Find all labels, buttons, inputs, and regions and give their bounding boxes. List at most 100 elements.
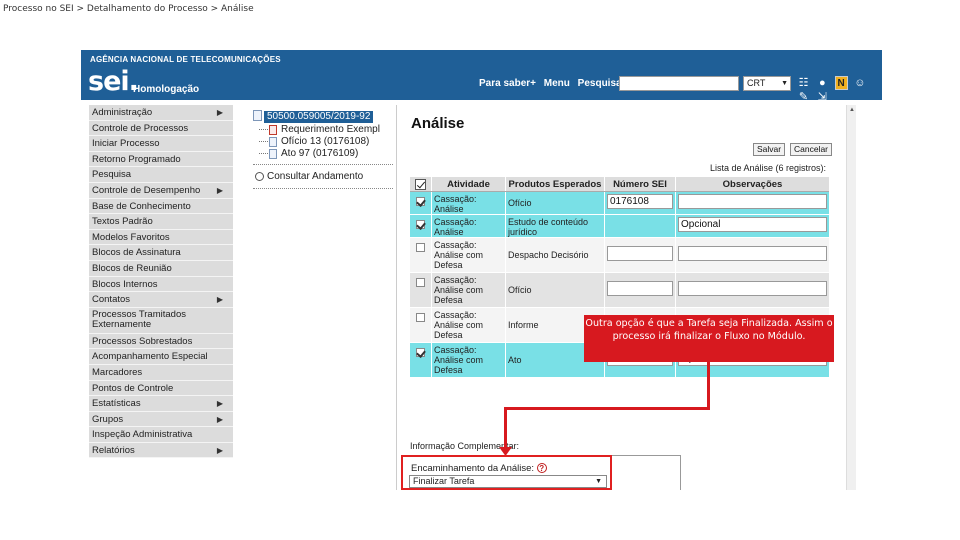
tree-doc-requerimento[interactable]: Requerimento Exempl	[253, 124, 393, 136]
forward-analysis-text: Encaminhamento da Análise:	[411, 463, 535, 474]
column-header: Produtos Esperados	[506, 177, 605, 191]
unit-select[interactable]: CRT ▼	[743, 76, 791, 91]
sidebar-item[interactable]: Modelos Favoritos	[89, 229, 233, 246]
person-icon[interactable]: ☺	[853, 76, 866, 90]
sidebar-menu: Administração ▶ Controle de Processos Inici…	[89, 105, 233, 459]
observation-input[interactable]	[678, 281, 827, 296]
forward-analysis-value: Finalizar Tarefa	[413, 476, 475, 486]
tree-doc-label[interactable]: Requerimento Exempl	[281, 124, 380, 135]
cancel-button[interactable]: Cancelar	[790, 143, 833, 156]
sidebar-item[interactable]: Relatórios ▶	[89, 442, 233, 459]
sidebar-item-label: Processos Sobrestados	[92, 335, 193, 347]
sidebar-item-label: Blocos de Reunião	[92, 262, 172, 274]
pane-divider	[396, 105, 397, 490]
tree-doc-oficio[interactable]: Ofício 13 (0176108)	[253, 136, 393, 148]
sei-number-input[interactable]: 0176108	[607, 194, 673, 209]
scroll-up-icon[interactable]: ▲	[849, 107, 855, 113]
sidebar-item-label: Grupos	[92, 413, 124, 425]
observation-input[interactable]: Opcional	[678, 217, 827, 232]
sei-number-input[interactable]	[607, 246, 673, 261]
sidebar-item[interactable]: Blocos Internos	[89, 276, 233, 293]
sidebar-item[interactable]: Estatísticas ▶	[89, 396, 233, 412]
help-icon[interactable]: ?	[536, 463, 547, 473]
sidebar-item[interactable]: Acompanhamento Especial	[89, 349, 233, 365]
nav-menu[interactable]: Menu	[544, 78, 570, 89]
observation-input[interactable]	[678, 246, 827, 261]
row-checkbox[interactable]	[416, 197, 425, 206]
sidebar-item[interactable]: Pontos de Controle	[89, 380, 233, 397]
sidebar-item[interactable]: Iniciar Processo	[89, 136, 233, 152]
product-cell: Estudo de conteúdo jurídico	[506, 215, 605, 237]
vertical-scrollbar[interactable]: ▲	[846, 105, 856, 490]
callout-box: Outra opção é que a Tarefa seja Finaliza…	[584, 315, 834, 362]
grid-icon[interactable]: ☷	[797, 76, 810, 90]
tree-doc-ato[interactable]: Ato 97 (0176109)	[253, 148, 393, 160]
unit-select-value: CRT	[747, 78, 766, 88]
search-input[interactable]	[619, 76, 739, 91]
sidebar-item[interactable]: Marcadores	[89, 364, 233, 381]
document-icon	[269, 149, 277, 159]
nav-pesquisa[interactable]: Pesquisa	[578, 78, 622, 89]
tree-doc-label[interactable]: Ato 97 (0176109)	[281, 148, 358, 159]
sidebar-item[interactable]: Controle de Desempenho ▶	[89, 182, 233, 199]
sidebar-item[interactable]: Administração ▶	[89, 105, 233, 121]
product-cell: Ofício	[506, 192, 605, 214]
notification-icon[interactable]: N	[834, 76, 848, 90]
callout-arrow-down	[504, 407, 507, 449]
sidebar-item[interactable]: Contatos ▶	[89, 292, 233, 308]
sidebar-item-label: Base de Conhecimento	[92, 200, 191, 212]
sidebar-item[interactable]: Retorno Programado	[89, 151, 233, 168]
sidebar-item[interactable]: Grupos ▶	[89, 411, 233, 428]
header-select-all[interactable]	[410, 177, 432, 191]
forward-analysis-select[interactable]: Finalizar Tarefa ▼	[409, 475, 607, 488]
forward-analysis-section: Encaminhamento da Análise: ? Finalizar T…	[401, 455, 612, 490]
activity-cell: Cassação: Análise	[432, 215, 506, 237]
tree-connector	[259, 129, 268, 130]
column-header: Número SEI	[605, 177, 676, 191]
tree-root-process[interactable]: 50500.059005/2019-92	[253, 110, 393, 124]
chevron-right-icon: ▶	[216, 445, 223, 455]
user-icon[interactable]: ●	[816, 76, 829, 90]
sidebar-item[interactable]: Textos Padrão	[89, 214, 233, 230]
magnifier-icon	[255, 172, 264, 181]
sidebar-item[interactable]: Blocos de Reunião	[89, 260, 233, 277]
page-title: Análise	[411, 115, 465, 132]
sei-logo[interactable]: sei.	[88, 66, 139, 97]
observation-input[interactable]	[678, 194, 827, 209]
tree-divider	[253, 164, 393, 165]
row-checkbox[interactable]	[416, 220, 425, 229]
save-button[interactable]: Salvar	[753, 143, 786, 156]
chevron-down-icon: ▼	[781, 80, 788, 87]
sidebar-item[interactable]: Processos Tramitados Externamente	[89, 307, 233, 334]
column-header: Atividade	[432, 177, 506, 191]
chevron-right-icon: ▶	[216, 108, 223, 117]
sidebar-item[interactable]: Base de Conhecimento	[89, 198, 233, 215]
app-header: AGÊNCIA NACIONAL DE TELECOMUNICAÇÕES sei…	[81, 50, 882, 103]
activity-cell: Cassação: Análise com Defesa	[432, 273, 506, 307]
sidebar-item-label: Relatórios	[92, 444, 135, 456]
select-all-checkbox[interactable]	[415, 179, 426, 190]
sidebar-item[interactable]: Controle de Processos	[89, 120, 233, 137]
sidebar-item[interactable]: Pesquisa	[89, 167, 233, 183]
row-checkbox[interactable]	[416, 313, 425, 322]
consult-progress-link[interactable]: Consultar Andamento	[253, 170, 393, 184]
chevron-right-icon: ▶	[216, 185, 223, 195]
tree-connector	[259, 141, 268, 142]
toolbar-icons: ☷ ● N ☺ ✎ ⇲	[797, 76, 882, 103]
sidebar-item[interactable]: Blocos de Assinatura	[89, 245, 233, 261]
sei-number-input[interactable]	[607, 281, 673, 296]
row-checkbox[interactable]	[416, 348, 425, 357]
nav-para-saber[interactable]: Para saber+	[479, 78, 536, 89]
consult-progress-label[interactable]: Consultar Andamento	[267, 171, 363, 182]
sei-number-cell	[605, 215, 676, 237]
sidebar-item-label: Textos Padrão	[92, 216, 153, 228]
row-checkbox[interactable]	[416, 243, 425, 252]
sidebar-item-label: Blocos Internos	[92, 278, 158, 290]
sidebar-item[interactable]: Inspeção Administrativa	[89, 427, 233, 443]
tree-doc-label[interactable]: Ofício 13 (0176108)	[281, 136, 369, 147]
sidebar-item-label: Controle de Processos	[92, 122, 189, 134]
exit-icon[interactable]: ⇲	[816, 90, 829, 104]
sidebar-item[interactable]: Processos Sobrestados	[89, 333, 233, 350]
process-number[interactable]: 50500.059005/2019-92	[264, 111, 374, 123]
tools-icon[interactable]: ✎	[797, 90, 810, 104]
